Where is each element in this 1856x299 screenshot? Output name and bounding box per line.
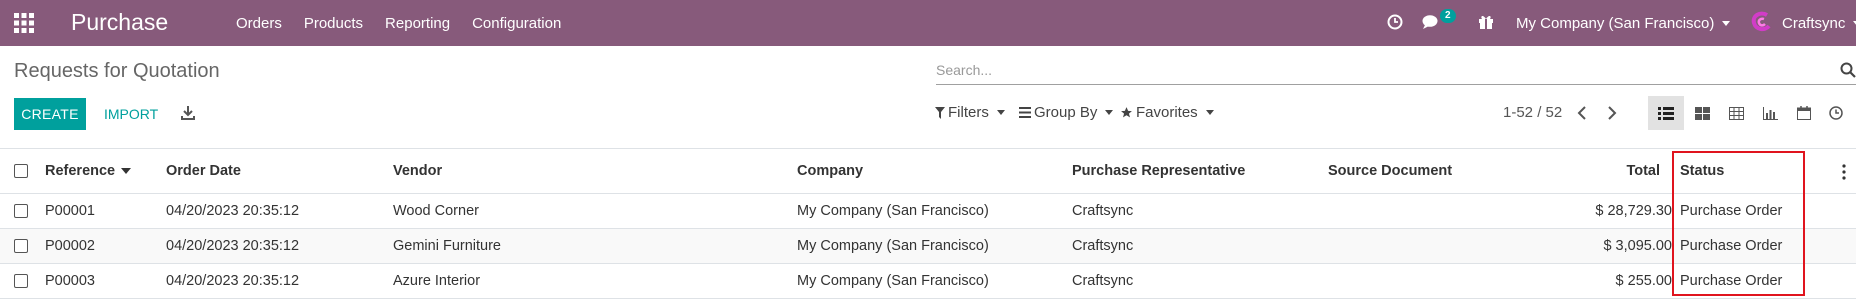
cell-total: $ 28,729.30 (1595, 203, 1672, 219)
cell-company: My Company (San Francisco) (797, 238, 989, 254)
cell-purchase-representative: Craftsync (1072, 203, 1134, 219)
page-title: Requests for Quotation (14, 60, 220, 82)
cell-purchase-representative: Craftsync (1072, 273, 1134, 289)
favorites-label: Favorites (1136, 104, 1198, 121)
apps-icon[interactable] (14, 13, 34, 33)
table-row[interactable]: P00002 04/20/2023 20:35:12 Gemini Furnit… (0, 229, 1856, 264)
cell-vendor: Wood Corner (393, 203, 479, 219)
star-icon (1121, 107, 1132, 118)
menu-item-products[interactable]: Products (304, 15, 363, 32)
list-bars-icon (1019, 107, 1031, 118)
filters-label: Filters (948, 104, 989, 121)
cell-company: My Company (San Francisco) (797, 203, 989, 219)
graph-view-icon[interactable] (1752, 96, 1788, 130)
top-navbar: Purchase Orders Products Reporting Confi… (0, 0, 1856, 46)
search-input[interactable] (936, 57, 1816, 83)
activity-view-icon[interactable] (1818, 96, 1854, 130)
column-reference[interactable]: Reference (45, 149, 132, 193)
column-purchase-representative[interactable]: Purchase Representative (1072, 149, 1245, 193)
user-menu[interactable]: Craftsync (1782, 0, 1856, 46)
cell-purchase-representative: Craftsync (1072, 238, 1134, 254)
select-all-checkbox[interactable] (14, 149, 28, 193)
clock-icon[interactable] (1387, 14, 1403, 30)
cell-reference: P00002 (45, 238, 95, 254)
avatar[interactable] (1748, 9, 1774, 35)
menu-item-orders[interactable]: Orders (236, 15, 282, 32)
table-row[interactable]: P00003 04/20/2023 20:35:12 Azure Interio… (0, 264, 1856, 299)
chevron-down-icon (1205, 110, 1214, 115)
gift-icon[interactable] (1478, 13, 1494, 30)
company-name: My Company (San Francisco) (1516, 14, 1715, 32)
menu-item-reporting[interactable]: Reporting (385, 15, 450, 32)
chevron-down-icon (996, 110, 1005, 115)
cell-vendor: Azure Interior (393, 273, 481, 289)
cell-reference: P00003 (45, 273, 95, 289)
chevron-down-icon (1722, 20, 1731, 26)
filters-dropdown[interactable]: Filters (935, 104, 1005, 121)
column-status[interactable]: Status (1680, 149, 1724, 193)
app-title[interactable]: Purchase (71, 8, 168, 36)
row-checkbox[interactable] (14, 194, 28, 228)
cell-status: Purchase Order (1680, 273, 1783, 289)
row-checkbox[interactable] (14, 264, 28, 298)
search-icon[interactable] (1840, 62, 1856, 78)
column-reference-label: Reference (45, 163, 116, 179)
column-order-date[interactable]: Order Date (166, 149, 241, 193)
groupby-label: Group By (1034, 104, 1098, 121)
column-company[interactable]: Company (797, 149, 863, 193)
filter-icon (935, 106, 945, 119)
kanban-view-icon[interactable] (1684, 96, 1720, 130)
sort-desc-icon (121, 168, 132, 174)
list-view-icon[interactable] (1648, 96, 1684, 130)
main-menu: Orders Products Reporting Configuration (236, 0, 583, 46)
cell-company: My Company (San Francisco) (797, 273, 989, 289)
row-checkbox[interactable] (14, 229, 28, 263)
company-switcher[interactable]: My Company (San Francisco) (1516, 0, 1731, 46)
table-header: Reference Order Date Vendor Company Purc… (0, 148, 1856, 194)
chat-count-badge: 2 (1440, 9, 1456, 23)
cell-order-date: 04/20/2023 20:35:12 (166, 203, 300, 219)
create-button[interactable]: CREATE (14, 98, 86, 130)
search-bar (936, 57, 1856, 85)
chevron-down-icon (1105, 110, 1114, 115)
menu-item-configuration[interactable]: Configuration (472, 15, 561, 32)
table-row[interactable]: P00001 04/20/2023 20:35:12 Wood Corner M… (0, 194, 1856, 229)
user-name: Craftsync (1782, 14, 1846, 32)
cell-status: Purchase Order (1680, 238, 1783, 254)
cell-order-date: 04/20/2023 20:35:12 (166, 238, 300, 254)
cell-total: $ 255.00 (1615, 273, 1672, 289)
groupby-dropdown[interactable]: Group By (1019, 104, 1114, 121)
rfq-list-table: Reference Order Date Vendor Company Purc… (0, 148, 1856, 299)
cell-status: Purchase Order (1680, 203, 1783, 219)
cell-vendor: Gemini Furniture (393, 238, 501, 254)
column-source-document[interactable]: Source Document (1328, 149, 1452, 193)
favorites-dropdown[interactable]: Favorites (1120, 104, 1214, 121)
import-button[interactable]: IMPORT (96, 98, 166, 130)
cell-reference: P00001 (45, 203, 95, 219)
optional-columns-icon[interactable] (1842, 164, 1846, 180)
pivot-view-icon[interactable] (1718, 96, 1754, 130)
download-icon[interactable] (180, 105, 196, 121)
chat-icon[interactable] (1422, 14, 1440, 30)
pager-value[interactable]: 1-52 / 52 (1503, 104, 1562, 121)
cell-order-date: 04/20/2023 20:35:12 (166, 273, 300, 289)
column-vendor[interactable]: Vendor (393, 149, 442, 193)
chevron-right-icon[interactable] (1604, 104, 1620, 122)
chevron-left-icon[interactable] (1574, 104, 1590, 122)
cell-total: $ 3,095.00 (1603, 238, 1672, 254)
calendar-view-icon[interactable] (1786, 96, 1822, 130)
column-total[interactable]: Total (1550, 149, 1660, 193)
